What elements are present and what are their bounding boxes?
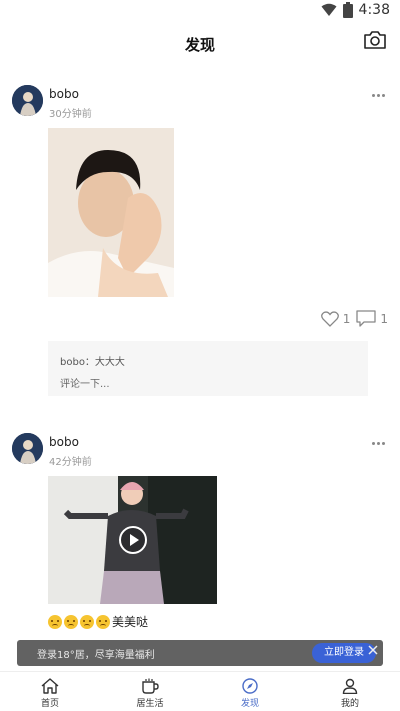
tab-living[interactable]: 居生活 bbox=[100, 672, 200, 711]
wifi-icon bbox=[321, 3, 337, 16]
play-button[interactable] bbox=[118, 525, 148, 555]
caption-text: 美美哒 bbox=[112, 615, 149, 629]
page-title: 发现 bbox=[184, 36, 215, 54]
camera-button[interactable] bbox=[362, 28, 388, 52]
tab-home[interactable]: 首页 bbox=[0, 672, 100, 711]
username[interactable]: bobo bbox=[49, 435, 79, 449]
post-photo[interactable] bbox=[48, 128, 174, 297]
like-count: 1 bbox=[342, 311, 351, 326]
close-icon bbox=[368, 645, 378, 655]
heart-icon bbox=[320, 310, 339, 327]
comment-icon bbox=[356, 310, 377, 327]
header: 发现 bbox=[0, 24, 400, 64]
cup-icon bbox=[142, 678, 159, 694]
post-time: 30分钟前 bbox=[49, 109, 92, 120]
login-banner-text: 登录18°居，尽享海量福利 bbox=[37, 650, 155, 661]
comment-button[interactable]: 1 bbox=[356, 310, 388, 327]
like-button[interactable]: 1 bbox=[320, 310, 351, 327]
comment-box: bobo：大大大 评论一下... bbox=[48, 341, 368, 396]
avatar[interactable] bbox=[12, 85, 43, 116]
comment-text: bobo：大大大 bbox=[60, 357, 125, 368]
tab-discover[interactable]: 发现 bbox=[200, 672, 300, 711]
home-icon bbox=[41, 678, 59, 694]
close-button[interactable] bbox=[367, 641, 379, 655]
crying-emoji-icon bbox=[96, 614, 110, 629]
avatar[interactable] bbox=[12, 433, 43, 464]
crying-emoji-icon bbox=[64, 614, 78, 629]
post-actions: 1 1 bbox=[320, 310, 388, 327]
compass-icon bbox=[242, 678, 258, 694]
crying-emoji-icon bbox=[80, 614, 94, 629]
comment-input[interactable]: 评论一下... bbox=[60, 375, 110, 390]
user-icon bbox=[342, 678, 358, 694]
tab-mine[interactable]: 我的 bbox=[300, 672, 400, 711]
more-button[interactable] bbox=[372, 90, 388, 100]
comment-count: 1 bbox=[380, 311, 388, 326]
tab-bar: 首页 居生活 发现 我的 bbox=[0, 671, 400, 711]
post-caption: 美美哒 bbox=[48, 613, 148, 630]
status-time: 4:38 bbox=[358, 2, 390, 18]
status-bar: 4:38 bbox=[0, 0, 400, 24]
more-button[interactable] bbox=[372, 438, 388, 448]
battery-icon bbox=[342, 2, 353, 18]
login-banner: 登录18°居，尽享海量福利 立即登录 bbox=[17, 640, 383, 666]
username[interactable]: bobo bbox=[49, 87, 79, 101]
crying-emoji-icon bbox=[48, 614, 62, 629]
camera-icon bbox=[364, 31, 386, 49]
post-time: 42分钟前 bbox=[49, 457, 92, 468]
play-icon bbox=[119, 526, 147, 554]
